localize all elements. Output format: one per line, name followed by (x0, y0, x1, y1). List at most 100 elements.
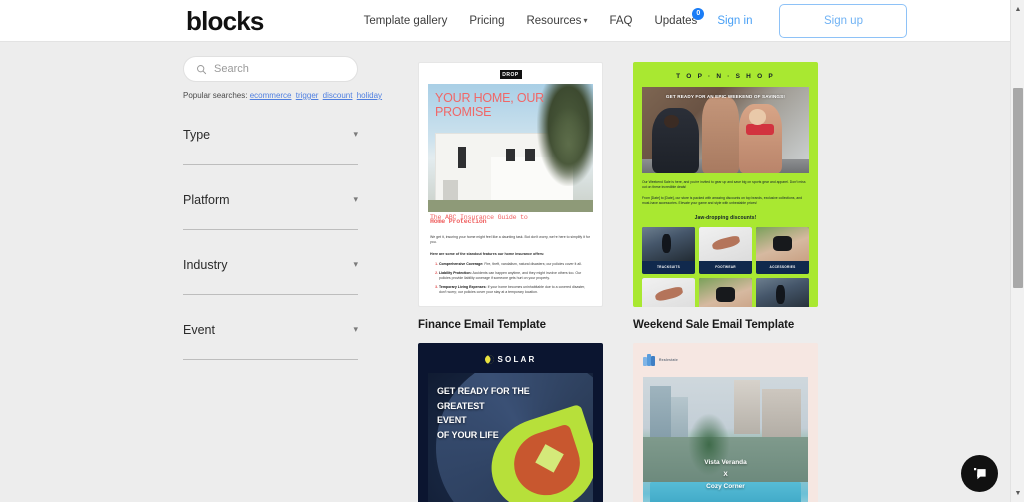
sign-in-link[interactable]: Sign in (717, 15, 752, 27)
template-card-finance[interactable]: DROP YOUR HOME, OUR PROMISE The ABC Insu… (418, 62, 603, 331)
drop-brand-logo: DROP (499, 70, 522, 79)
solar-brand-row: SOLAR (428, 355, 593, 364)
product-image (642, 226, 695, 261)
hero-ribbon-text: GET READY FOR AN EPIC WEEKEND OF SAVINGS… (665, 94, 786, 99)
realestate-brand-row: Realestate (643, 353, 808, 366)
product-image (756, 226, 809, 261)
nav-label: Pricing (469, 14, 505, 27)
nav-label: Resources (526, 14, 582, 27)
product-card (756, 277, 809, 307)
headline-line: OF YOUR LIFE (437, 429, 499, 440)
product-grid-secondary (642, 277, 809, 307)
chat-bubble-icon (973, 467, 986, 479)
popular-searches-label: Popular searches: (183, 91, 248, 100)
filter-section-type[interactable]: Type ▾ (183, 128, 358, 165)
search-input[interactable] (214, 63, 334, 75)
page-body: Popular searches: ecommerce trigger disc… (0, 42, 1010, 502)
popular-searches: Popular searches: ecommerce trigger disc… (183, 91, 382, 100)
hero-image: GET READY FOR THE GREATEST EVENT OF YOUR… (428, 373, 593, 502)
list-item: Comprehensive Coverage: Fire, theft, van… (439, 262, 591, 267)
filter-label: Type (183, 128, 211, 142)
template-preview[interactable]: T O P · N · S H O P GET READY FOR AN EPI… (633, 62, 818, 307)
building-bar (651, 355, 656, 366)
headline-line: GREATEST (437, 400, 485, 411)
product-image (642, 277, 695, 307)
filter-section-industry[interactable]: Industry ▾ (183, 258, 358, 295)
main-navigation: Template gallery Pricing Resources ▾ FAQ … (364, 7, 705, 27)
popular-link-trigger[interactable]: trigger (296, 91, 319, 100)
product-label: ACCESSORIES (769, 264, 796, 269)
popular-link-discount[interactable]: discount (323, 91, 353, 100)
template-preview[interactable]: DROP YOUR HOME, OUR PROMISE The ABC Insu… (418, 62, 603, 307)
template-grid: DROP YOUR HOME, OUR PROMISE The ABC Insu… (418, 62, 818, 502)
product-label: FOOTWEAR (715, 264, 736, 269)
headline-line: Cozy Corner (706, 482, 745, 490)
list-text: Fire, theft, vandalism, natural disaster… (484, 261, 582, 266)
template-card-solar-event[interactable]: SOLAR GET READY FOR THE GREATEST EVENT O… (418, 343, 603, 502)
site-header: blocks Template gallery Pricing Resource… (0, 0, 1010, 42)
template-card-weekend-sale[interactable]: T O P · N · S H O P GET READY FOR AN EPI… (633, 62, 818, 331)
product-label: TRACKSUITS (656, 264, 681, 269)
chat-widget-button[interactable] (961, 455, 998, 492)
filter-section-event[interactable]: Event ▾ (183, 323, 358, 360)
list-term: Temporary Living Expenses: (439, 284, 487, 289)
popular-link-holiday[interactable]: holiday (357, 91, 382, 100)
person-shape (702, 97, 739, 173)
list-term: Comprehensive Coverage: (439, 261, 484, 266)
template-preview[interactable]: SOLAR GET READY FOR THE GREATEST EVENT O… (418, 343, 603, 502)
product-image (756, 277, 809, 307)
body-intro: We get it, insuring your home might feel… (430, 235, 590, 245)
updates-badge: 0 (692, 7, 705, 20)
hero-headline: GET READY FOR THE GREATEST EVENT OF YOUR… (437, 384, 556, 442)
product-image (699, 226, 752, 261)
body-subintro: Here are some of the standout features o… (430, 251, 545, 256)
topnshop-brand-logo: T O P · N · S H O P (676, 73, 775, 80)
headline-line: GET READY FOR THE (437, 386, 530, 396)
product-card: TRACKSUITS (642, 226, 695, 274)
product-card (642, 277, 695, 307)
nav-item-template-gallery[interactable]: Template gallery (364, 15, 448, 27)
filter-sidebar: Popular searches: ecommerce trigger disc… (183, 56, 382, 360)
window-shape (505, 149, 516, 161)
hero-image: GET READY FOR AN EPIC WEEKEND OF SAVINGS… (642, 87, 809, 173)
template-card-title: Weekend Sale Email Template (633, 319, 795, 331)
nav-item-updates[interactable]: Updates 0 (654, 7, 705, 27)
scroll-down-arrow-icon[interactable]: ▼ (1011, 486, 1024, 500)
filter-section-platform[interactable]: Platform ▾ (183, 193, 358, 230)
scroll-up-arrow-icon[interactable]: ▲ (1011, 2, 1024, 16)
template-preview[interactable]: Realestate Vista Veranda X Cozy Corner (633, 343, 818, 502)
popular-link-ecommerce[interactable]: ecommerce (250, 91, 292, 100)
page-scrollbar[interactable]: ▲ ▼ (1010, 0, 1024, 502)
filter-label: Industry (183, 258, 228, 272)
headline-line: EVENT (437, 415, 467, 426)
hero-image: Vista Veranda X Cozy Corner (643, 377, 808, 502)
nav-item-pricing[interactable]: Pricing (469, 15, 504, 27)
headline-line: X (723, 470, 728, 478)
window-shape (525, 149, 536, 161)
template-card-real-estate[interactable]: Realestate Vista Veranda X Cozy Corner (633, 343, 818, 502)
sports-top-shape (745, 124, 774, 136)
building-icon (643, 353, 656, 366)
nav-item-resources[interactable]: Resources ▾ (526, 15, 587, 27)
nav-label: Template gallery (363, 14, 448, 27)
sign-up-button[interactable]: Sign up (779, 3, 908, 38)
brand-logo[interactable]: blocks (186, 8, 264, 34)
solar-brand-logo: SOLAR (497, 355, 537, 364)
person-head-shape (663, 114, 679, 129)
hero-headline: Vista Veranda X Cozy Corner (643, 457, 808, 493)
headline-line: Vista Veranda (704, 458, 747, 466)
product-image (699, 277, 752, 307)
chevron-down-icon: ▾ (583, 15, 588, 25)
scrollbar-thumb[interactable] (1013, 88, 1023, 288)
search-box[interactable] (183, 56, 358, 82)
chevron-down-icon: ▾ (353, 194, 358, 204)
body-paragraph-2: From [Date] to [Date], our store is pack… (642, 195, 803, 206)
chevron-down-icon: ▾ (353, 259, 358, 269)
list-item: Liability Protection: Accidents can happ… (439, 271, 591, 282)
nav-item-faq[interactable]: FAQ (609, 15, 632, 27)
product-card (699, 277, 752, 307)
ground-shape (428, 200, 593, 212)
filter-label: Event (183, 323, 215, 337)
list-term: Liability Protection: (439, 270, 472, 275)
tower-shape (733, 380, 761, 434)
